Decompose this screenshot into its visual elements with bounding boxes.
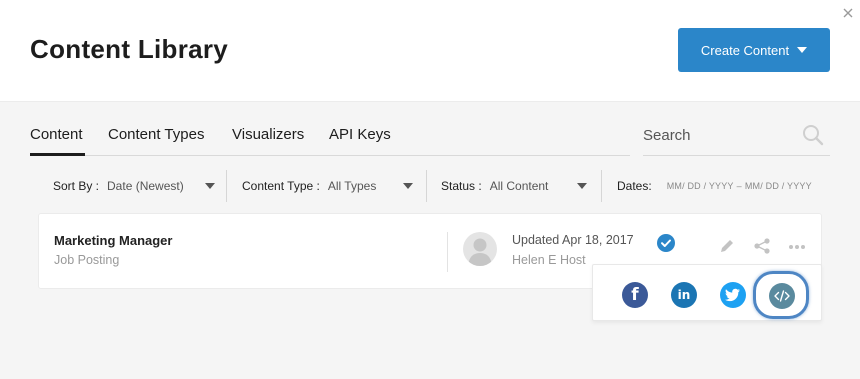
embed-highlight-ring[interactable] — [753, 271, 809, 319]
status-filter[interactable]: Status : All Content — [441, 170, 591, 202]
page-title: Content Library — [30, 34, 229, 64]
updated-date: Updated Apr 18, 2017 — [512, 233, 634, 247]
chevron-down-icon — [577, 183, 587, 189]
close-icon[interactable] — [841, 6, 855, 20]
item-title[interactable]: Marketing Manager — [54, 233, 172, 248]
user-silhouette-icon — [468, 238, 492, 266]
search-input[interactable] — [643, 124, 793, 146]
content-type-value: All Types — [327, 179, 377, 193]
create-content-button[interactable]: Create Content — [678, 28, 830, 72]
tab-api-keys[interactable]: API Keys — [329, 126, 391, 143]
chevron-down-icon — [403, 183, 413, 189]
dates-label: Dates: — [617, 179, 652, 193]
more-options-icon[interactable] — [788, 237, 806, 255]
filter-bar: Sort By : Date (Newest) Content Type : A… — [38, 170, 828, 202]
content-type-label: Content Type : — [242, 179, 320, 193]
sort-by-value: Date (Newest) — [107, 179, 184, 193]
author-name: Helen E Host — [512, 253, 586, 267]
filter-divider — [601, 170, 602, 202]
tab-visualizers[interactable]: Visualizers — [232, 126, 304, 143]
twitter-icon[interactable] — [720, 282, 746, 308]
chevron-down-icon — [205, 183, 215, 189]
share-icon[interactable] — [753, 237, 771, 255]
sort-by-label: Sort By : — [53, 179, 100, 193]
pencil-icon[interactable] — [718, 237, 736, 255]
tab-content[interactable]: Content — [30, 126, 85, 156]
share-popover: f in — [592, 264, 822, 321]
facebook-icon[interactable]: f — [622, 282, 648, 308]
date-from-input[interactable]: MM/ DD / YYYY — [667, 181, 734, 191]
filter-divider — [426, 170, 427, 202]
filter-divider — [226, 170, 227, 202]
status-value: All Content — [489, 179, 549, 193]
tab-content-types[interactable]: Content Types — [108, 126, 204, 143]
page-header: Content Library Create Content — [0, 0, 860, 102]
card-divider — [447, 232, 448, 272]
chevron-down-icon — [797, 47, 808, 53]
embed-code-icon[interactable] — [769, 283, 795, 309]
sort-by-filter[interactable]: Sort By : Date (Newest) — [53, 170, 218, 202]
date-to-input[interactable]: MM/ DD / YYYY — [745, 181, 812, 191]
dates-filter: Dates: MM/ DD / YYYY – MM/ DD / YYYY — [617, 170, 828, 202]
avatar — [463, 232, 497, 266]
search-icon[interactable] — [802, 124, 824, 146]
date-separator: – — [736, 181, 742, 191]
content-type-filter[interactable]: Content Type : All Types — [242, 170, 422, 202]
item-type: Job Posting — [54, 253, 120, 267]
linkedin-icon[interactable]: in — [671, 282, 697, 308]
check-circle-icon — [657, 234, 675, 252]
status-label: Status : — [441, 179, 482, 193]
search-box — [643, 118, 830, 156]
tab-bar: Content Content Types Visualizers API Ke… — [30, 118, 630, 156]
create-content-label: Create Content — [700, 42, 790, 58]
